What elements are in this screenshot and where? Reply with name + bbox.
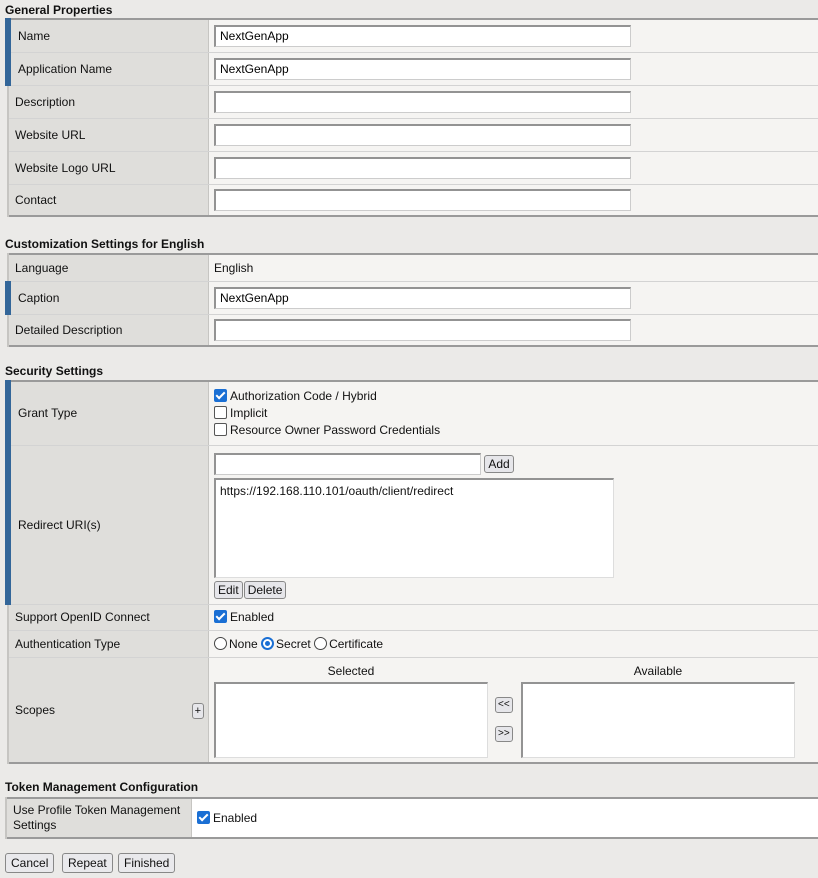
move-right-button[interactable]: >> (495, 725, 513, 742)
website-url-row: Website URL (7, 118, 818, 152)
token-management-title: Token Management Configuration (5, 780, 199, 794)
checkbox-unchecked-icon[interactable] (214, 422, 227, 436)
add-scope-button[interactable]: + (191, 702, 204, 719)
checkbox-checked-icon[interactable] (214, 388, 227, 402)
detailed-description-label: Detailed Description (7, 314, 209, 346)
caption-label: Caption (5, 281, 209, 315)
radio-selected-icon[interactable] (261, 636, 275, 650)
name-label: Name (5, 19, 209, 53)
redirect-uri-item[interactable]: https://192.168.110.101/oauth/client/red… (220, 484, 609, 498)
website-logo-url-row: Website Logo URL (7, 151, 818, 185)
available-scopes-header: Available (633, 663, 683, 678)
description-input[interactable] (214, 90, 631, 113)
auth-type-secret-radio[interactable]: Secret (261, 636, 311, 651)
authentication-type-row: Authentication Type None Secret Certific… (7, 630, 818, 658)
language-label: Language (7, 254, 209, 282)
add-redirect-button[interactable]: Add (484, 455, 514, 473)
grant-type-row: Grant Type Authorization Code / Hybrid I… (5, 381, 818, 446)
application-name-label: Application Name (5, 52, 209, 86)
cancel-button[interactable]: Cancel (5, 853, 55, 873)
authentication-type-label: Authentication Type (7, 630, 209, 658)
language-row: Language English (7, 254, 818, 282)
website-url-input[interactable] (214, 123, 631, 146)
checkbox-checked-icon[interactable] (197, 811, 210, 824)
move-left-button[interactable]: << (495, 696, 513, 713)
redirect-uris-label: Redirect URI(s) (5, 445, 209, 605)
name-input[interactable] (214, 24, 631, 47)
openid-enabled-checkbox[interactable]: Enabled (214, 610, 274, 624)
website-logo-url-input[interactable] (214, 156, 631, 179)
use-profile-token-label: Use Profile Token Management Settings (5, 798, 192, 838)
grant-type-implicit[interactable]: Implicit (214, 405, 818, 422)
customization-title: Customization Settings for English (5, 237, 205, 251)
radio-unselected-icon[interactable] (314, 636, 328, 650)
checkbox-unchecked-icon[interactable] (214, 405, 227, 419)
token-enabled-checkbox[interactable]: Enabled (197, 811, 257, 825)
scopes-row: Scopes + Selected << >> Available (7, 657, 818, 763)
contact-input[interactable] (214, 188, 631, 211)
website-url-label: Website URL (7, 118, 209, 152)
security-settings-table: Grant Type Authorization Code / Hybrid I… (5, 380, 818, 764)
language-value: English (208, 254, 818, 282)
security-settings-title: Security Settings (5, 364, 104, 378)
auth-type-none-radio[interactable]: None (214, 636, 258, 651)
application-name-input[interactable] (214, 57, 631, 80)
checkbox-checked-icon[interactable] (214, 610, 227, 623)
detailed-description-input[interactable] (214, 318, 631, 341)
website-logo-url-label: Website Logo URL (7, 151, 209, 185)
redirect-uri-input[interactable] (214, 452, 481, 475)
support-openid-row: Support OpenID Connect Enabled (7, 604, 818, 631)
selected-scopes-header: Selected (327, 663, 375, 678)
name-row: Name (5, 19, 818, 53)
selected-scopes-list[interactable] (214, 681, 488, 758)
grant-type-resource-owner[interactable]: Resource Owner Password Credentials (214, 422, 818, 439)
available-scopes-list[interactable] (521, 681, 795, 758)
redirect-uris-list[interactable]: https://192.168.110.101/oauth/client/red… (214, 477, 614, 578)
grant-type-label: Grant Type (5, 381, 209, 446)
description-label: Description (7, 85, 209, 119)
caption-input[interactable] (214, 286, 631, 309)
grant-type-authorization-code[interactable]: Authorization Code / Hybrid (214, 388, 818, 405)
edit-redirect-button[interactable]: Edit (214, 580, 243, 599)
redirect-uris-row: Redirect URI(s) Add https://192.168.110.… (5, 445, 818, 605)
finished-button[interactable]: Finished (118, 853, 176, 873)
general-properties-table: Name Application Name Description Websit… (5, 18, 818, 217)
support-openid-label: Support OpenID Connect (7, 604, 209, 631)
description-row: Description (7, 85, 818, 119)
caption-row: Caption (5, 281, 818, 315)
contact-label: Contact (7, 184, 209, 216)
use-profile-token-row: Use Profile Token Management Settings En… (5, 798, 818, 838)
contact-row: Contact (7, 184, 818, 216)
customization-table: Language English Caption Detailed Descri… (5, 253, 818, 347)
token-management-table: Use Profile Token Management Settings En… (5, 797, 818, 839)
scopes-label: Scopes (15, 702, 56, 717)
repeat-button[interactable]: Repeat (62, 853, 113, 873)
application-name-row: Application Name (5, 52, 818, 86)
auth-type-certificate-radio[interactable]: Certificate (314, 636, 383, 651)
radio-unselected-icon[interactable] (214, 636, 227, 650)
general-properties-title: General Properties (5, 3, 113, 17)
delete-redirect-button[interactable]: Delete (243, 580, 287, 599)
detailed-description-row: Detailed Description (7, 314, 818, 346)
